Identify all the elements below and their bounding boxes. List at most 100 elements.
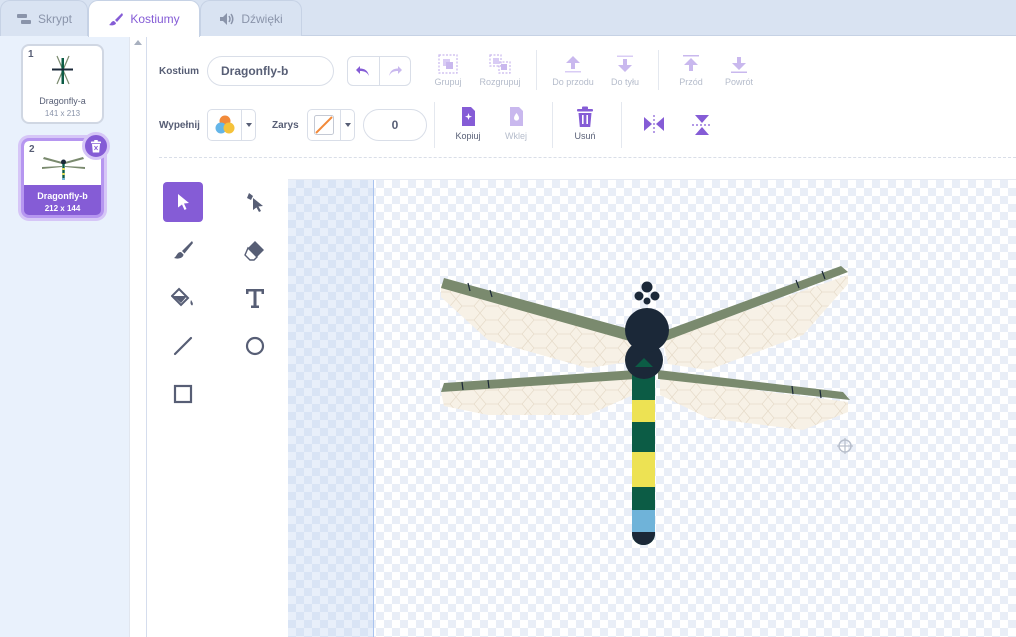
reshape-icon	[247, 193, 263, 212]
line-icon	[173, 336, 193, 356]
cursor-arrow-icon	[178, 194, 189, 210]
eraser-tool[interactable]	[235, 230, 275, 270]
outline-swatch	[308, 110, 340, 140]
undo-icon	[356, 66, 370, 76]
reshape-tool[interactable]	[235, 182, 275, 222]
toolbar-separator	[159, 157, 1016, 158]
speaker-icon	[220, 12, 234, 25]
redo-button[interactable]	[380, 57, 411, 85]
outline-dropdown[interactable]	[340, 110, 354, 140]
tab-costumes-label: Kostiumy	[130, 12, 180, 26]
rectangle-icon	[173, 384, 193, 404]
outline-width-input[interactable]: 0	[363, 109, 427, 141]
fill-color-picker[interactable]	[207, 109, 256, 141]
undo-button[interactable]	[348, 57, 380, 85]
costume-list: 1 Dragonfly-a 141 x 213 2 Dragonfly-b 21…	[0, 36, 147, 637]
copy-icon	[462, 107, 475, 126]
costume-number: 2	[29, 144, 35, 155]
ungroup-button[interactable]: Rozgrupuj	[474, 54, 526, 87]
trash-icon	[577, 106, 593, 127]
circle-tool[interactable]	[235, 326, 275, 366]
code-icon	[16, 13, 31, 24]
costume-center-crosshair-icon[interactable]	[837, 438, 853, 454]
forward-button[interactable]: Do przodu	[547, 54, 599, 87]
editor-tab-bar: Skrypt Kostiumy Dźwięki	[0, 0, 1016, 37]
toolbar-divider	[552, 102, 553, 148]
toolbar-divider	[434, 102, 435, 148]
text-tool[interactable]	[235, 278, 275, 318]
costume-item-2[interactable]: 2 Dragonfly-b 212 x 144	[21, 132, 110, 218]
costume-number: 1	[28, 49, 34, 60]
flip-vertical-button[interactable]	[676, 114, 728, 139]
paste-button[interactable]: Wklej	[490, 106, 542, 141]
delete-button[interactable]: Usuń	[559, 106, 611, 141]
arrow-to-bottom-icon	[731, 57, 747, 73]
forward-label: Do przodu	[552, 77, 594, 87]
upper-left-wing	[441, 278, 640, 368]
dragonfly-costume-artwork[interactable]	[288, 180, 1016, 637]
paste-icon	[510, 107, 523, 126]
costume-name: Dragonfly-a	[39, 96, 86, 106]
drawing-canvas[interactable]	[288, 179, 1016, 637]
arrow-to-top-icon	[683, 55, 699, 71]
eraser-icon	[244, 241, 264, 261]
paintbrush-icon	[109, 13, 124, 26]
fill-swatch	[208, 110, 241, 140]
group-icon	[438, 54, 458, 74]
back-label: Powrót	[724, 77, 753, 87]
flip-vertical-icon	[692, 115, 712, 135]
costume-name-label: Kostium	[159, 66, 199, 77]
group-button[interactable]: Grupuj	[422, 54, 474, 87]
front-button[interactable]: Przód	[665, 54, 717, 87]
outline-color-picker[interactable]	[307, 109, 355, 141]
front-label: Przód	[679, 77, 703, 87]
select-tool[interactable]	[163, 182, 203, 222]
costume-name-input[interactable]: Dragonfly-b	[207, 56, 334, 86]
upper-right-wing	[656, 266, 848, 370]
ungroup-icon	[489, 54, 511, 74]
paint-editor: Kostium Dragonfly-b Grupuj Rozgrupuj Do …	[147, 36, 1016, 637]
tab-sounds-label: Dźwięki	[241, 11, 283, 26]
ungroup-label: Rozgrupuj	[479, 77, 521, 87]
costume-item-1[interactable]: 1 Dragonfly-a 141 x 213	[21, 44, 104, 124]
flip-horizontal-icon	[644, 115, 664, 133]
line-tool[interactable]	[163, 326, 203, 366]
fill-tool[interactable]	[163, 278, 203, 318]
tab-costumes[interactable]: Kostiumy	[88, 0, 200, 37]
toolbar-divider	[536, 50, 537, 90]
scroll-up-arrow-icon[interactable]	[134, 40, 142, 45]
costume-list-scrollbar[interactable]	[129, 36, 146, 637]
fill-label: Wypełnij	[159, 120, 200, 131]
tab-code-label: Skrypt	[37, 11, 72, 26]
copy-button[interactable]: Kopiuj	[442, 106, 494, 141]
costume-thumbnail	[42, 157, 85, 180]
paste-label: Wklej	[505, 131, 527, 141]
flip-horizontal-button[interactable]	[628, 114, 680, 137]
brush-tool[interactable]	[163, 230, 203, 270]
text-icon	[246, 289, 264, 308]
costume-thumbnail	[52, 55, 73, 85]
back-button[interactable]: Powrót	[713, 54, 765, 87]
backward-label: Do tyłu	[610, 77, 639, 87]
trash-icon	[91, 139, 101, 152]
costume-size: 212 x 144	[44, 204, 81, 213]
backward-button[interactable]: Do tyłu	[599, 54, 651, 87]
outline-label: Zarys	[272, 120, 299, 131]
toolbar-divider	[658, 50, 659, 90]
tab-sounds[interactable]: Dźwięki	[200, 0, 302, 36]
fill-dropdown[interactable]	[241, 110, 255, 140]
redo-icon	[388, 66, 402, 76]
costume-size: 141 x 213	[44, 109, 81, 118]
chevron-down-icon	[245, 123, 252, 127]
group-label: Grupuj	[434, 77, 462, 87]
tab-code[interactable]: Skrypt	[0, 0, 88, 36]
delete-label: Usuń	[574, 131, 596, 141]
lower-left-wing	[441, 370, 636, 415]
multicolor-fill-icon	[215, 115, 234, 134]
undo-redo-group	[347, 56, 411, 86]
dragonfly-body	[625, 281, 669, 545]
circle-icon	[245, 336, 265, 356]
rectangle-tool[interactable]	[163, 374, 203, 414]
no-outline-icon	[314, 115, 335, 135]
brush-icon	[174, 241, 193, 259]
